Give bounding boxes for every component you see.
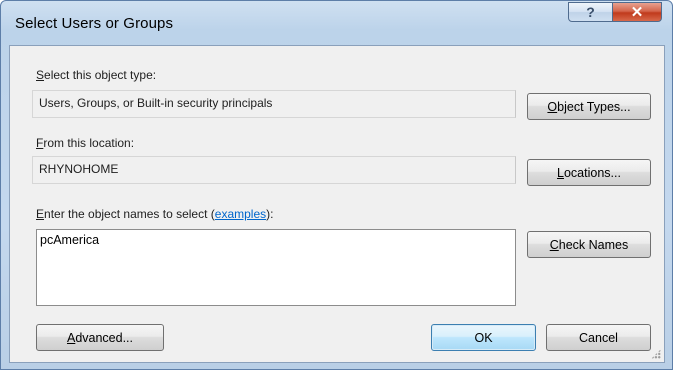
object-type-label: Select this object type:: [36, 68, 157, 82]
dialog-window: Select Users or Groups ? ✕ Select this o…: [0, 0, 673, 370]
help-icon: ?: [586, 4, 595, 20]
object-type-field: Users, Groups, or Built-in security prin…: [32, 90, 516, 118]
dialog-body: Select this object type: Users, Groups, …: [9, 45, 665, 363]
object-names-label: Enter the object names to select (exampl…: [36, 207, 274, 221]
examples-link[interactable]: examples: [215, 207, 266, 221]
object-names-input[interactable]: pcAmerica: [36, 229, 516, 306]
location-label: From this location:: [36, 136, 135, 150]
window-title: Select Users or Groups: [15, 15, 174, 32]
cancel-button[interactable]: Cancel: [546, 324, 651, 351]
close-button[interactable]: ✕: [612, 2, 662, 22]
ok-button[interactable]: OK: [431, 324, 536, 351]
location-field: RHYNOHOME: [32, 156, 516, 184]
object-types-button[interactable]: Object Types...: [527, 93, 651, 120]
locations-button[interactable]: Locations...: [527, 159, 651, 186]
close-icon: ✕: [630, 4, 644, 21]
advanced-button[interactable]: Advanced...: [36, 324, 164, 351]
resize-grip[interactable]: [651, 349, 661, 359]
check-names-button[interactable]: Check Names: [527, 231, 651, 258]
help-button[interactable]: ?: [568, 2, 613, 22]
